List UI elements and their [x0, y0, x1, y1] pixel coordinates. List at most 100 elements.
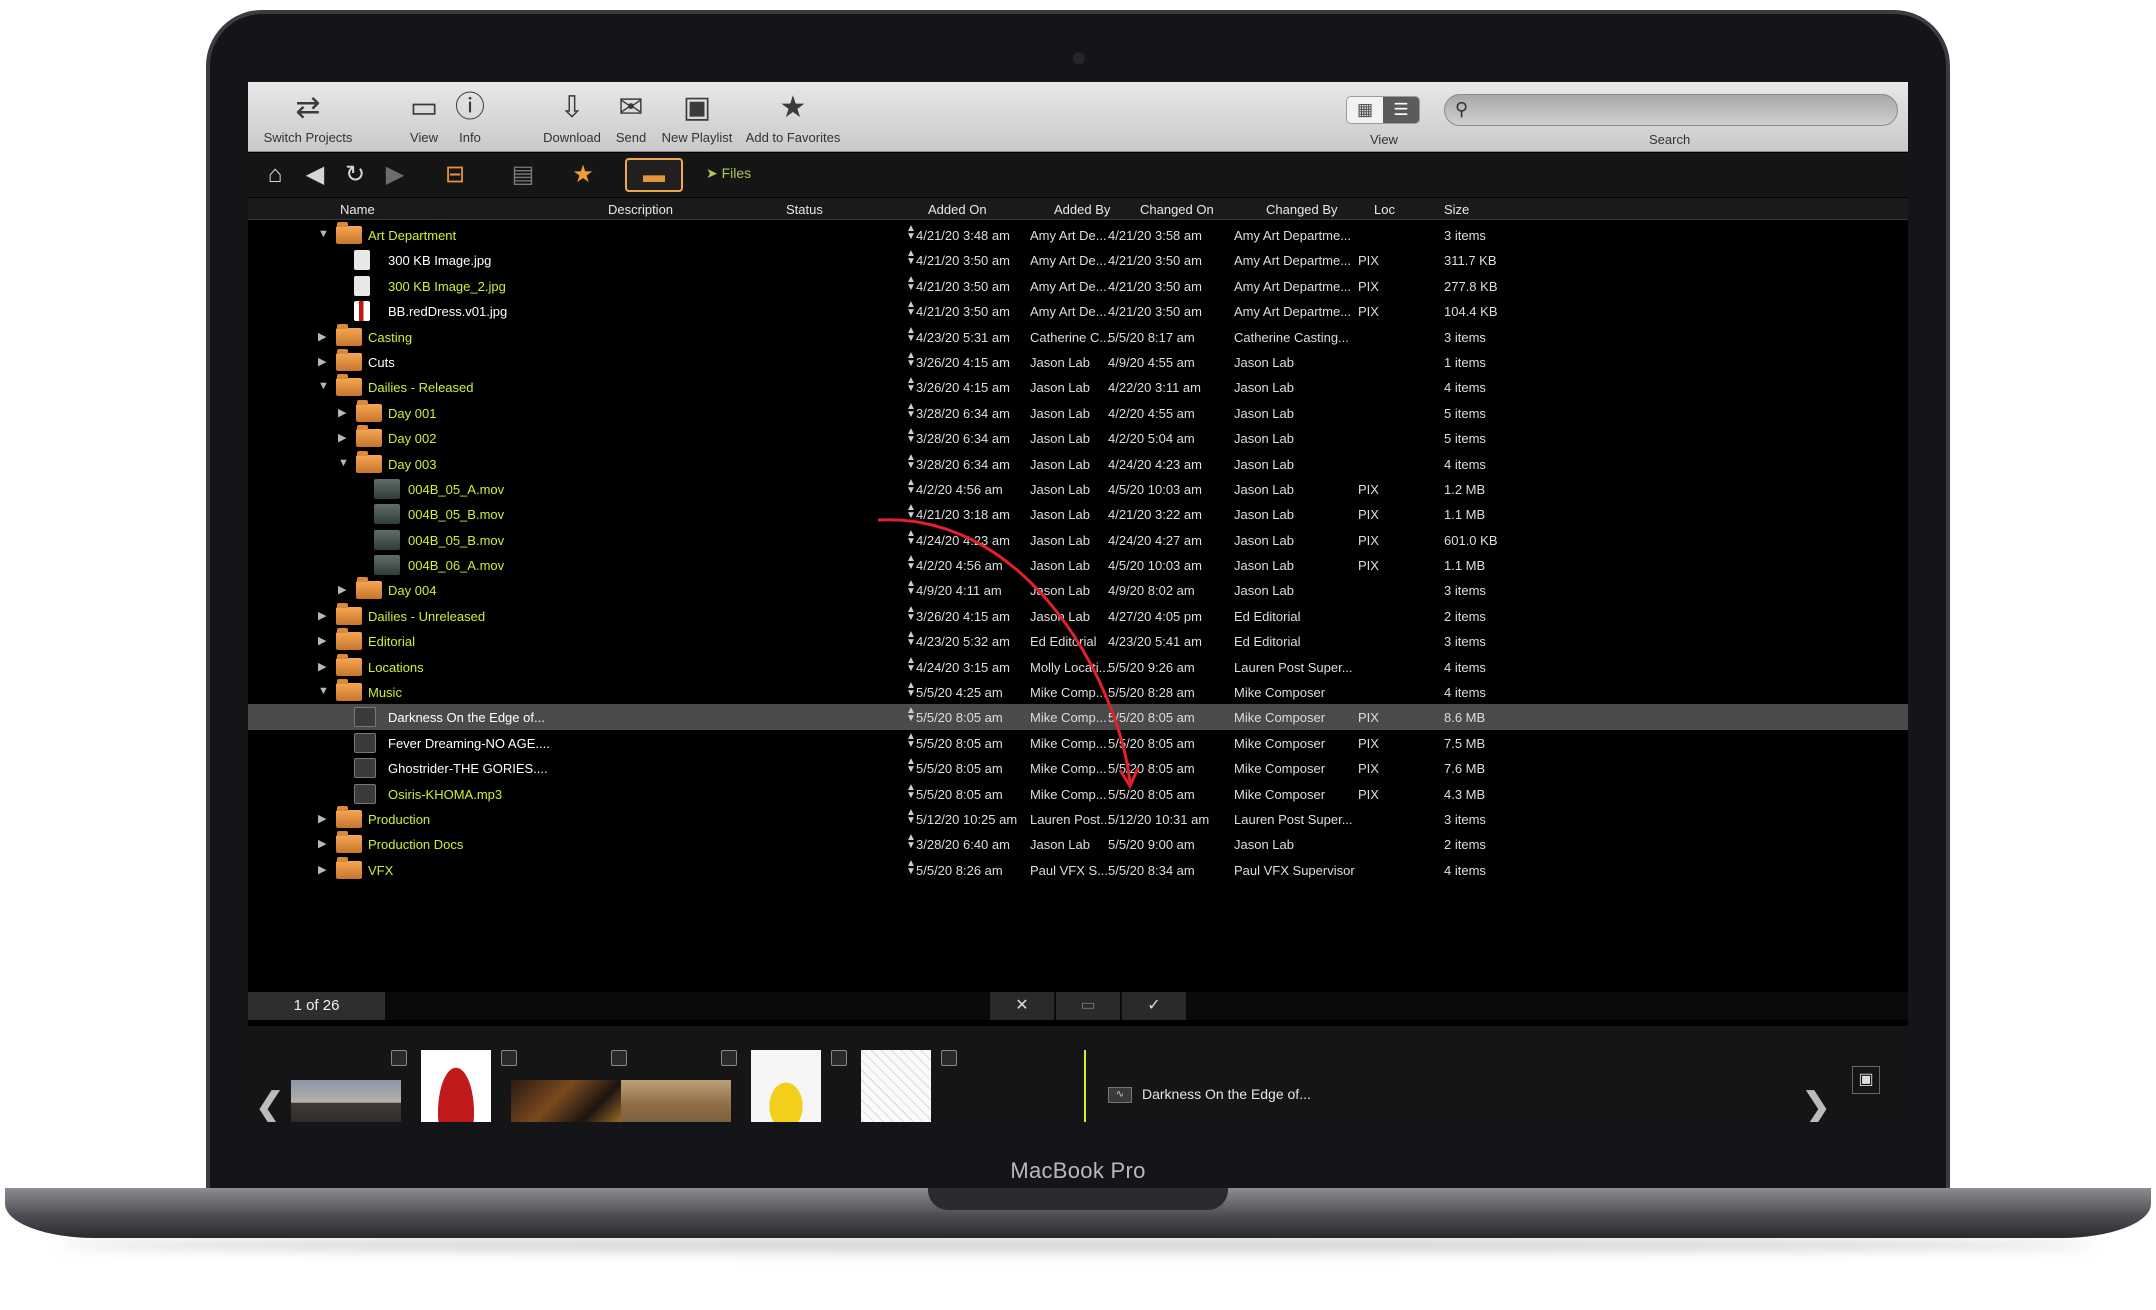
filmstrip-icon[interactable]: ▤: [508, 161, 538, 189]
reorder-icon[interactable]: ▲ ▼: [906, 630, 916, 648]
row-name[interactable]: Darkness On the Edge of...: [388, 710, 545, 725]
disclosure-closed-icon[interactable]: ▶: [318, 863, 326, 876]
playlist-item[interactable]: BB.redDress.v01.jpg: [396, 1050, 517, 1122]
table-row[interactable]: ▶ Locations ▲ ▼ 4/24/20 3:15 am Molly Locati.…: [248, 653, 1908, 679]
table-row[interactable]: ▶ Cuts ▲ ▼ 3/26/20 4:15 am Jason Lab 4/9/20 4:…: [248, 348, 1908, 374]
reorder-icon[interactable]: ▲ ▼: [906, 528, 916, 546]
table-row[interactable]: ▶ Day 004 ▲ ▼ 4/9/20 4:11 am Jason Lab 4/9/20 …: [248, 577, 1908, 602]
row-name[interactable]: Production: [368, 812, 430, 827]
playlist-item[interactable]: 300 KB Image_2.jpg: [836, 1050, 957, 1122]
table-row[interactable]: ▼ Day 003 ▲ ▼ 3/28/20 6:34 am Jason Lab 4/24/2…: [248, 450, 1908, 476]
reorder-icon[interactable]: ▲ ▼: [906, 858, 916, 876]
dropped-item[interactable]: ∿ Darkness On the Edge of...: [1108, 1086, 1311, 1104]
table-row[interactable]: 300 KB Image_2.jpg ▲ ▼ 4/21/20 3:50 am Amy A…: [248, 273, 1908, 298]
row-name[interactable]: 004B_05_B.mov: [408, 507, 504, 522]
row-name[interactable]: Art Department: [368, 228, 456, 243]
view-mode-toggle[interactable]: ▦ ☰: [1346, 96, 1420, 124]
disclosure-closed-icon[interactable]: ▶: [318, 812, 326, 825]
reorder-icon[interactable]: ▲ ▼: [906, 782, 916, 800]
comment-icon[interactable]: ▭: [1056, 992, 1120, 1020]
column-added-on[interactable]: Added On: [928, 202, 987, 217]
chevron-left-icon[interactable]: ❮: [254, 1084, 286, 1122]
table-row[interactable]: ▶ Day 002 ▲ ▼ 3/28/20 6:34 am Jason Lab 4/2/20…: [248, 425, 1908, 450]
playlist-item[interactable]: BZA_48.mov: [616, 1050, 737, 1122]
refresh-icon[interactable]: ↻: [340, 161, 370, 189]
row-name[interactable]: Osiris-KHOMA.mp3: [388, 787, 502, 802]
reorder-icon[interactable]: ▲ ▼: [906, 681, 916, 699]
row-name[interactable]: 004B_05_A.mov: [408, 482, 504, 497]
playlist-item[interactable]: 004B_07_A.mov: [286, 1050, 407, 1122]
row-name[interactable]: Locations: [368, 660, 424, 675]
reorder-icon[interactable]: ▲ ▼: [906, 452, 916, 470]
reorder-icon[interactable]: ▲ ▼: [906, 376, 916, 394]
row-name[interactable]: Music: [368, 685, 402, 700]
forward-icon[interactable]: ▶: [380, 161, 410, 189]
inbox-icon[interactable]: ⊟: [440, 161, 470, 189]
reorder-icon[interactable]: ▲ ▼: [906, 655, 916, 673]
playlist-item[interactable]: 004B_05_B.mov: [506, 1050, 627, 1122]
reorder-icon[interactable]: ▲ ▼: [906, 833, 916, 851]
disclosure-closed-icon[interactable]: ▶: [318, 634, 326, 647]
home-icon[interactable]: ⌂: [260, 161, 290, 189]
view-button[interactable]: ▭ View: [400, 90, 448, 150]
table-row[interactable]: ▶ Dailies - Unreleased ▲ ▼ 3/26/20 4:15 am Ja…: [248, 602, 1908, 628]
row-name[interactable]: Day 001: [388, 406, 436, 421]
row-name[interactable]: Fever Dreaming-NO AGE....: [388, 736, 550, 751]
table-row[interactable]: ▶ Production ▲ ▼ 5/12/20 10:25 am Lauren Post…: [248, 805, 1908, 831]
row-name[interactable]: 300 KB Image_2.jpg: [388, 279, 506, 294]
row-name[interactable]: 004B_06_A.mov: [408, 558, 504, 573]
table-row[interactable]: 004B_05_B.mov ▲ ▼ 4/24/20 4:23 am Jason Lab 4…: [248, 527, 1908, 552]
grid-view-icon[interactable]: ▦: [1347, 97, 1383, 123]
favorites-icon[interactable]: ★: [568, 161, 598, 189]
disclosure-open-icon[interactable]: ▼: [338, 457, 349, 469]
row-name[interactable]: Day 004: [388, 583, 436, 598]
row-name[interactable]: Production Docs: [368, 837, 463, 852]
reorder-icon[interactable]: ▲ ▼: [906, 401, 916, 419]
column-changed-on[interactable]: Changed On: [1140, 202, 1214, 217]
row-name[interactable]: 300 KB Image.jpg: [388, 253, 491, 268]
playlist-item[interactable]: 300 KB Image.jpg: [726, 1050, 847, 1122]
row-name[interactable]: Day 002: [388, 431, 436, 446]
reorder-icon[interactable]: ▲ ▼: [906, 249, 916, 267]
row-name[interactable]: Dailies - Released: [368, 380, 474, 395]
table-row[interactable]: 300 KB Image.jpg ▲ ▼ 4/21/20 3:50 am Amy Art…: [248, 247, 1908, 272]
column-status[interactable]: Status: [786, 202, 823, 217]
table-row[interactable]: ▶ Day 001 ▲ ▼ 3/28/20 6:34 am Jason Lab 4/2/20…: [248, 399, 1908, 425]
row-name[interactable]: Ghostrider-THE GORIES....: [388, 761, 548, 776]
breadcrumb-files[interactable]: Files: [722, 165, 752, 181]
table-row[interactable]: ▼ Music ▲ ▼ 5/5/20 4:25 am Mike Comp... 5/5/20…: [248, 679, 1908, 704]
table-row[interactable]: ▼ Art Department ▲ ▼ 4/21/20 3:48 am Amy Art …: [248, 222, 1908, 247]
table-row[interactable]: ▶ Casting ▲ ▼ 4/23/20 5:31 am Catherine C... 5…: [248, 323, 1908, 349]
info-button[interactable]: ⓘ Info: [448, 90, 492, 150]
row-name[interactable]: VFX: [368, 863, 393, 878]
chevron-right-icon[interactable]: ❯: [1800, 1084, 1832, 1122]
reorder-icon[interactable]: ▲ ▼: [906, 731, 916, 749]
files-folder-button[interactable]: ▬: [625, 158, 683, 192]
add-to-playlist-icon[interactable]: ▣: [1852, 1066, 1880, 1094]
disclosure-closed-icon[interactable]: ▶: [338, 431, 346, 444]
add-to-favorites-button[interactable]: ★ Add to Favorites: [742, 90, 844, 150]
new-playlist-button[interactable]: ▣ New Playlist: [658, 90, 736, 150]
row-name[interactable]: BB.redDress.v01.jpg: [388, 304, 507, 319]
column-size[interactable]: Size: [1444, 202, 1469, 217]
table-row[interactable]: ▶ Editorial ▲ ▼ 4/23/20 5:32 am Ed Editorial 4…: [248, 628, 1908, 653]
reorder-icon[interactable]: ▲ ▼: [906, 503, 916, 521]
table-row[interactable]: 004B_06_A.mov ▲ ▼ 4/2/20 4:56 am Jason Lab 4/…: [248, 552, 1908, 577]
switch-projects-button[interactable]: ⇄ Switch Projects: [254, 90, 362, 150]
reorder-icon[interactable]: ▲ ▼: [906, 579, 916, 597]
table-row[interactable]: Fever Dreaming-NO AGE.... ▲ ▼ 5/5/20 8:05 a…: [248, 730, 1908, 755]
table-row[interactable]: 004B_05_A.mov ▲ ▼ 4/2/20 4:56 am Jason Lab 4/…: [248, 476, 1908, 501]
disclosure-closed-icon[interactable]: ▶: [318, 330, 326, 343]
reorder-icon[interactable]: ▲ ▼: [906, 274, 916, 292]
check-icon[interactable]: ✓: [1122, 992, 1186, 1020]
table-row[interactable]: Osiris-KHOMA.mp3 ▲ ▼ 5/5/20 8:05 am Mike Com…: [248, 781, 1908, 806]
row-name[interactable]: Cuts: [368, 355, 395, 370]
row-name[interactable]: Casting: [368, 330, 412, 345]
disclosure-closed-icon[interactable]: ▶: [318, 355, 326, 368]
table-row[interactable]: Darkness On the Edge of... ▲ ▼ 5/5/20 8:05 …: [248, 704, 1908, 730]
table-row[interactable]: ▶ Production Docs ▲ ▼ 3/28/20 6:40 am Jason L…: [248, 831, 1908, 856]
table-row[interactable]: 004B_05_B.mov ▲ ▼ 4/21/20 3:18 am Jason Lab 4…: [248, 501, 1908, 526]
table-row[interactable]: ▼ Dailies - Released ▲ ▼ 3/26/20 4:15 am Jaso…: [248, 374, 1908, 399]
disclosure-closed-icon[interactable]: ▶: [338, 583, 346, 596]
table-row[interactable]: BB.redDress.v01.jpg ▲ ▼ 4/21/20 3:50 am Amy …: [248, 298, 1908, 323]
